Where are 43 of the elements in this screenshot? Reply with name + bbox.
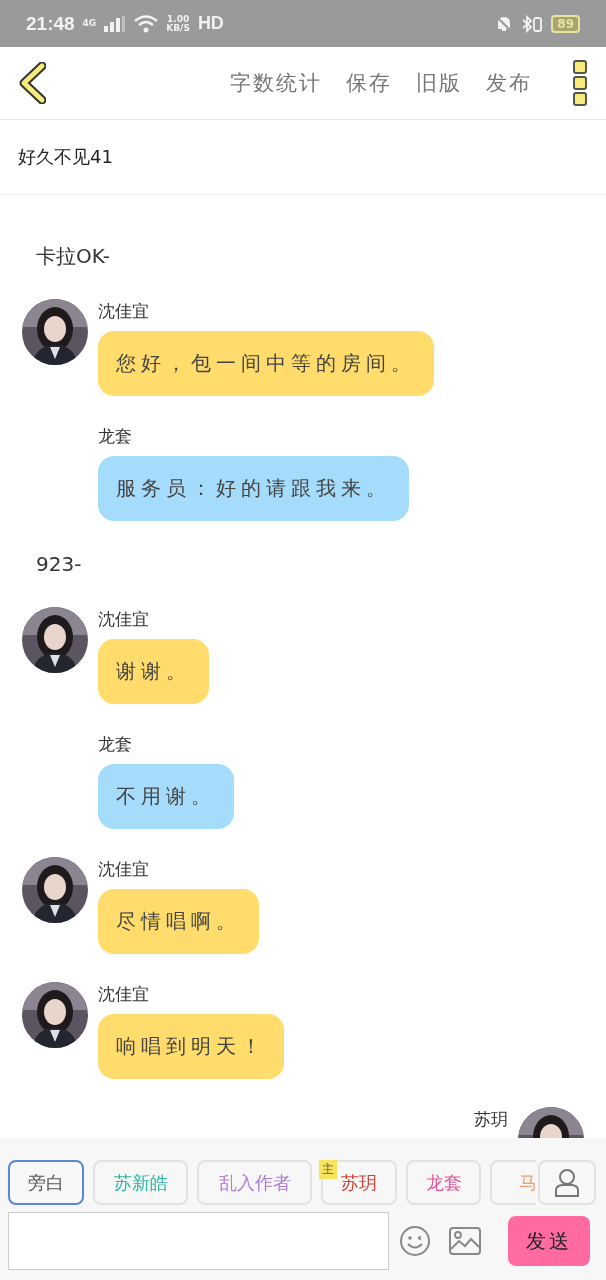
role-chip[interactable]: 主 苏玥 xyxy=(321,1160,397,1205)
clock-time: 21:48 xyxy=(26,12,75,35)
header-action[interactable]: 字数统计 xyxy=(230,69,322,97)
menu-icon[interactable] xyxy=(572,59,588,107)
bluetooth-icon xyxy=(521,14,544,33)
narration-text: 923- xyxy=(35,551,83,578)
header-action[interactable]: 发布 xyxy=(486,69,532,97)
send-button[interactable]: 发送 xyxy=(508,1216,590,1266)
speaker-name: 沈佳宜 xyxy=(98,608,149,631)
battery-level: 89 xyxy=(551,14,580,33)
role-chip[interactable]: 旁白 xyxy=(8,1160,84,1205)
speaker-name: 苏玥 xyxy=(474,1108,508,1131)
signal-icon xyxy=(104,15,127,32)
speed-value: 1.00 xyxy=(166,14,190,24)
speaker-name: 沈佳宜 xyxy=(98,858,149,881)
speaker-name: 沈佳宜 xyxy=(98,300,149,323)
chapter-title: 好久不见41 xyxy=(18,145,113,169)
person-icon xyxy=(554,1167,580,1198)
message-bubble: 尽情唱啊。 xyxy=(98,889,259,954)
back-icon[interactable] xyxy=(18,62,46,104)
hd-label: HD xyxy=(197,13,224,34)
emoji-icon[interactable] xyxy=(399,1225,431,1257)
image-icon[interactable] xyxy=(449,1227,481,1255)
wifi-icon xyxy=(134,14,159,33)
lead-badge: 主 xyxy=(319,1160,337,1179)
user-button[interactable] xyxy=(538,1160,596,1205)
message-bubble: 不用谢。 xyxy=(98,764,234,829)
message-bubble: 谢谢。 xyxy=(98,639,209,704)
speed-unit: KB/S xyxy=(166,23,190,33)
narration-text: 卡拉OK- xyxy=(35,243,111,270)
network-type: 4G xyxy=(82,19,97,28)
message-bubble: 服务员：好的请跟我来。 xyxy=(98,456,409,521)
role-chip[interactable]: 苏新皓 xyxy=(93,1160,188,1205)
header-action[interactable]: 保存 xyxy=(346,69,392,97)
speaker-name: 沈佳宜 xyxy=(98,983,149,1006)
message-bubble: 您好，包一间中等的房间。 xyxy=(98,331,434,396)
header-action[interactable]: 旧版 xyxy=(416,69,462,97)
message-input[interactable] xyxy=(8,1212,389,1270)
speaker-name: 龙套 xyxy=(98,733,132,756)
role-chip[interactable]: 乱入作者 xyxy=(197,1160,312,1205)
message-bubble: 响唱到明天！ xyxy=(98,1014,284,1079)
role-chip[interactable]: 龙套 xyxy=(406,1160,481,1205)
speaker-name: 龙套 xyxy=(98,425,132,448)
